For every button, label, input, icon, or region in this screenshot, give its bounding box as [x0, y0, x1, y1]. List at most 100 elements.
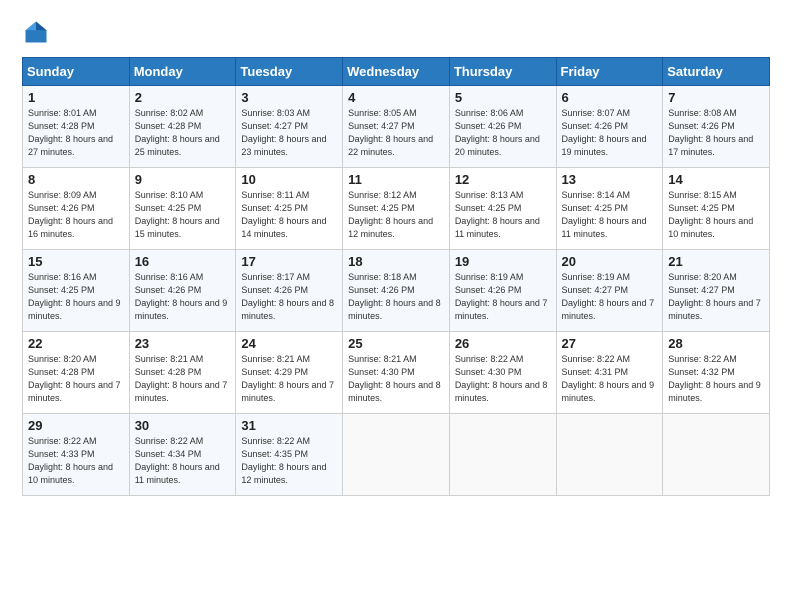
- logo: [22, 18, 54, 51]
- calendar-cell: 6 Sunrise: 8:07 AMSunset: 4:26 PMDayligh…: [556, 86, 663, 168]
- day-info: Sunrise: 8:22 AMSunset: 4:33 PMDaylight:…: [28, 436, 113, 485]
- calendar-cell: 29 Sunrise: 8:22 AMSunset: 4:33 PMDaylig…: [23, 414, 130, 496]
- day-number: 10: [241, 172, 337, 187]
- day-info: Sunrise: 8:22 AMSunset: 4:34 PMDaylight:…: [135, 436, 220, 485]
- calendar-cell: 15 Sunrise: 8:16 AMSunset: 4:25 PMDaylig…: [23, 250, 130, 332]
- day-info: Sunrise: 8:19 AMSunset: 4:27 PMDaylight:…: [562, 272, 655, 321]
- calendar-cell: 28 Sunrise: 8:22 AMSunset: 4:32 PMDaylig…: [663, 332, 770, 414]
- day-info: Sunrise: 8:12 AMSunset: 4:25 PMDaylight:…: [348, 190, 433, 239]
- day-info: Sunrise: 8:22 AMSunset: 4:32 PMDaylight:…: [668, 354, 761, 403]
- day-info: Sunrise: 8:17 AMSunset: 4:26 PMDaylight:…: [241, 272, 334, 321]
- col-header-wednesday: Wednesday: [343, 58, 450, 86]
- day-number: 23: [135, 336, 231, 351]
- day-info: Sunrise: 8:10 AMSunset: 4:25 PMDaylight:…: [135, 190, 220, 239]
- day-info: Sunrise: 8:20 AMSunset: 4:27 PMDaylight:…: [668, 272, 761, 321]
- day-info: Sunrise: 8:05 AMSunset: 4:27 PMDaylight:…: [348, 108, 433, 157]
- calendar-cell: 22 Sunrise: 8:20 AMSunset: 4:28 PMDaylig…: [23, 332, 130, 414]
- day-info: Sunrise: 8:06 AMSunset: 4:26 PMDaylight:…: [455, 108, 540, 157]
- day-info: Sunrise: 8:22 AMSunset: 4:30 PMDaylight:…: [455, 354, 548, 403]
- calendar-cell: 17 Sunrise: 8:17 AMSunset: 4:26 PMDaylig…: [236, 250, 343, 332]
- day-number: 6: [562, 90, 658, 105]
- day-info: Sunrise: 8:16 AMSunset: 4:25 PMDaylight:…: [28, 272, 121, 321]
- page: SundayMondayTuesdayWednesdayThursdayFrid…: [0, 0, 792, 612]
- calendar-cell: 26 Sunrise: 8:22 AMSunset: 4:30 PMDaylig…: [449, 332, 556, 414]
- calendar-cell: 20 Sunrise: 8:19 AMSunset: 4:27 PMDaylig…: [556, 250, 663, 332]
- day-number: 13: [562, 172, 658, 187]
- day-info: Sunrise: 8:18 AMSunset: 4:26 PMDaylight:…: [348, 272, 441, 321]
- calendar-cell: 27 Sunrise: 8:22 AMSunset: 4:31 PMDaylig…: [556, 332, 663, 414]
- calendar-cell: 16 Sunrise: 8:16 AMSunset: 4:26 PMDaylig…: [129, 250, 236, 332]
- calendar-cell: 13 Sunrise: 8:14 AMSunset: 4:25 PMDaylig…: [556, 168, 663, 250]
- calendar-cell: 3 Sunrise: 8:03 AMSunset: 4:27 PMDayligh…: [236, 86, 343, 168]
- col-header-sunday: Sunday: [23, 58, 130, 86]
- calendar-table: SundayMondayTuesdayWednesdayThursdayFrid…: [22, 57, 770, 496]
- day-number: 22: [28, 336, 124, 351]
- day-info: Sunrise: 8:11 AMSunset: 4:25 PMDaylight:…: [241, 190, 326, 239]
- calendar-cell: 10 Sunrise: 8:11 AMSunset: 4:25 PMDaylig…: [236, 168, 343, 250]
- day-number: 9: [135, 172, 231, 187]
- day-number: 25: [348, 336, 444, 351]
- day-number: 29: [28, 418, 124, 433]
- calendar-cell: 14 Sunrise: 8:15 AMSunset: 4:25 PMDaylig…: [663, 168, 770, 250]
- day-number: 17: [241, 254, 337, 269]
- day-info: Sunrise: 8:09 AMSunset: 4:26 PMDaylight:…: [28, 190, 113, 239]
- day-info: Sunrise: 8:16 AMSunset: 4:26 PMDaylight:…: [135, 272, 228, 321]
- day-number: 18: [348, 254, 444, 269]
- calendar-cell: 21 Sunrise: 8:20 AMSunset: 4:27 PMDaylig…: [663, 250, 770, 332]
- day-info: Sunrise: 8:19 AMSunset: 4:26 PMDaylight:…: [455, 272, 548, 321]
- col-header-thursday: Thursday: [449, 58, 556, 86]
- calendar-cell: 25 Sunrise: 8:21 AMSunset: 4:30 PMDaylig…: [343, 332, 450, 414]
- day-info: Sunrise: 8:21 AMSunset: 4:28 PMDaylight:…: [135, 354, 228, 403]
- day-number: 4: [348, 90, 444, 105]
- calendar-cell: [556, 414, 663, 496]
- day-info: Sunrise: 8:14 AMSunset: 4:25 PMDaylight:…: [562, 190, 647, 239]
- day-number: 7: [668, 90, 764, 105]
- header-row: [22, 18, 770, 51]
- day-number: 2: [135, 90, 231, 105]
- week-row: 15 Sunrise: 8:16 AMSunset: 4:25 PMDaylig…: [23, 250, 770, 332]
- calendar-cell: 18 Sunrise: 8:18 AMSunset: 4:26 PMDaylig…: [343, 250, 450, 332]
- day-info: Sunrise: 8:22 AMSunset: 4:31 PMDaylight:…: [562, 354, 655, 403]
- week-row: 1 Sunrise: 8:01 AMSunset: 4:28 PMDayligh…: [23, 86, 770, 168]
- col-header-monday: Monday: [129, 58, 236, 86]
- day-number: 12: [455, 172, 551, 187]
- day-info: Sunrise: 8:13 AMSunset: 4:25 PMDaylight:…: [455, 190, 540, 239]
- day-number: 30: [135, 418, 231, 433]
- day-number: 21: [668, 254, 764, 269]
- calendar-cell: 8 Sunrise: 8:09 AMSunset: 4:26 PMDayligh…: [23, 168, 130, 250]
- calendar-cell: [343, 414, 450, 496]
- calendar-cell: 23 Sunrise: 8:21 AMSunset: 4:28 PMDaylig…: [129, 332, 236, 414]
- day-info: Sunrise: 8:20 AMSunset: 4:28 PMDaylight:…: [28, 354, 121, 403]
- day-info: Sunrise: 8:21 AMSunset: 4:30 PMDaylight:…: [348, 354, 441, 403]
- day-number: 31: [241, 418, 337, 433]
- calendar-cell: 2 Sunrise: 8:02 AMSunset: 4:28 PMDayligh…: [129, 86, 236, 168]
- calendar-cell: 11 Sunrise: 8:12 AMSunset: 4:25 PMDaylig…: [343, 168, 450, 250]
- day-number: 16: [135, 254, 231, 269]
- col-header-friday: Friday: [556, 58, 663, 86]
- calendar-cell: 30 Sunrise: 8:22 AMSunset: 4:34 PMDaylig…: [129, 414, 236, 496]
- day-info: Sunrise: 8:01 AMSunset: 4:28 PMDaylight:…: [28, 108, 113, 157]
- calendar-cell: 24 Sunrise: 8:21 AMSunset: 4:29 PMDaylig…: [236, 332, 343, 414]
- day-info: Sunrise: 8:15 AMSunset: 4:25 PMDaylight:…: [668, 190, 753, 239]
- calendar-cell: 9 Sunrise: 8:10 AMSunset: 4:25 PMDayligh…: [129, 168, 236, 250]
- calendar-cell: 19 Sunrise: 8:19 AMSunset: 4:26 PMDaylig…: [449, 250, 556, 332]
- day-number: 5: [455, 90, 551, 105]
- calendar-cell: 5 Sunrise: 8:06 AMSunset: 4:26 PMDayligh…: [449, 86, 556, 168]
- calendar-cell: [663, 414, 770, 496]
- day-number: 19: [455, 254, 551, 269]
- day-number: 11: [348, 172, 444, 187]
- day-number: 20: [562, 254, 658, 269]
- day-number: 14: [668, 172, 764, 187]
- calendar-cell: 12 Sunrise: 8:13 AMSunset: 4:25 PMDaylig…: [449, 168, 556, 250]
- week-row: 8 Sunrise: 8:09 AMSunset: 4:26 PMDayligh…: [23, 168, 770, 250]
- day-number: 28: [668, 336, 764, 351]
- logo-icon: [22, 18, 50, 51]
- day-info: Sunrise: 8:07 AMSunset: 4:26 PMDaylight:…: [562, 108, 647, 157]
- calendar-cell: 1 Sunrise: 8:01 AMSunset: 4:28 PMDayligh…: [23, 86, 130, 168]
- col-header-tuesday: Tuesday: [236, 58, 343, 86]
- day-info: Sunrise: 8:02 AMSunset: 4:28 PMDaylight:…: [135, 108, 220, 157]
- week-row: 22 Sunrise: 8:20 AMSunset: 4:28 PMDaylig…: [23, 332, 770, 414]
- day-number: 3: [241, 90, 337, 105]
- calendar-cell: 4 Sunrise: 8:05 AMSunset: 4:27 PMDayligh…: [343, 86, 450, 168]
- day-number: 27: [562, 336, 658, 351]
